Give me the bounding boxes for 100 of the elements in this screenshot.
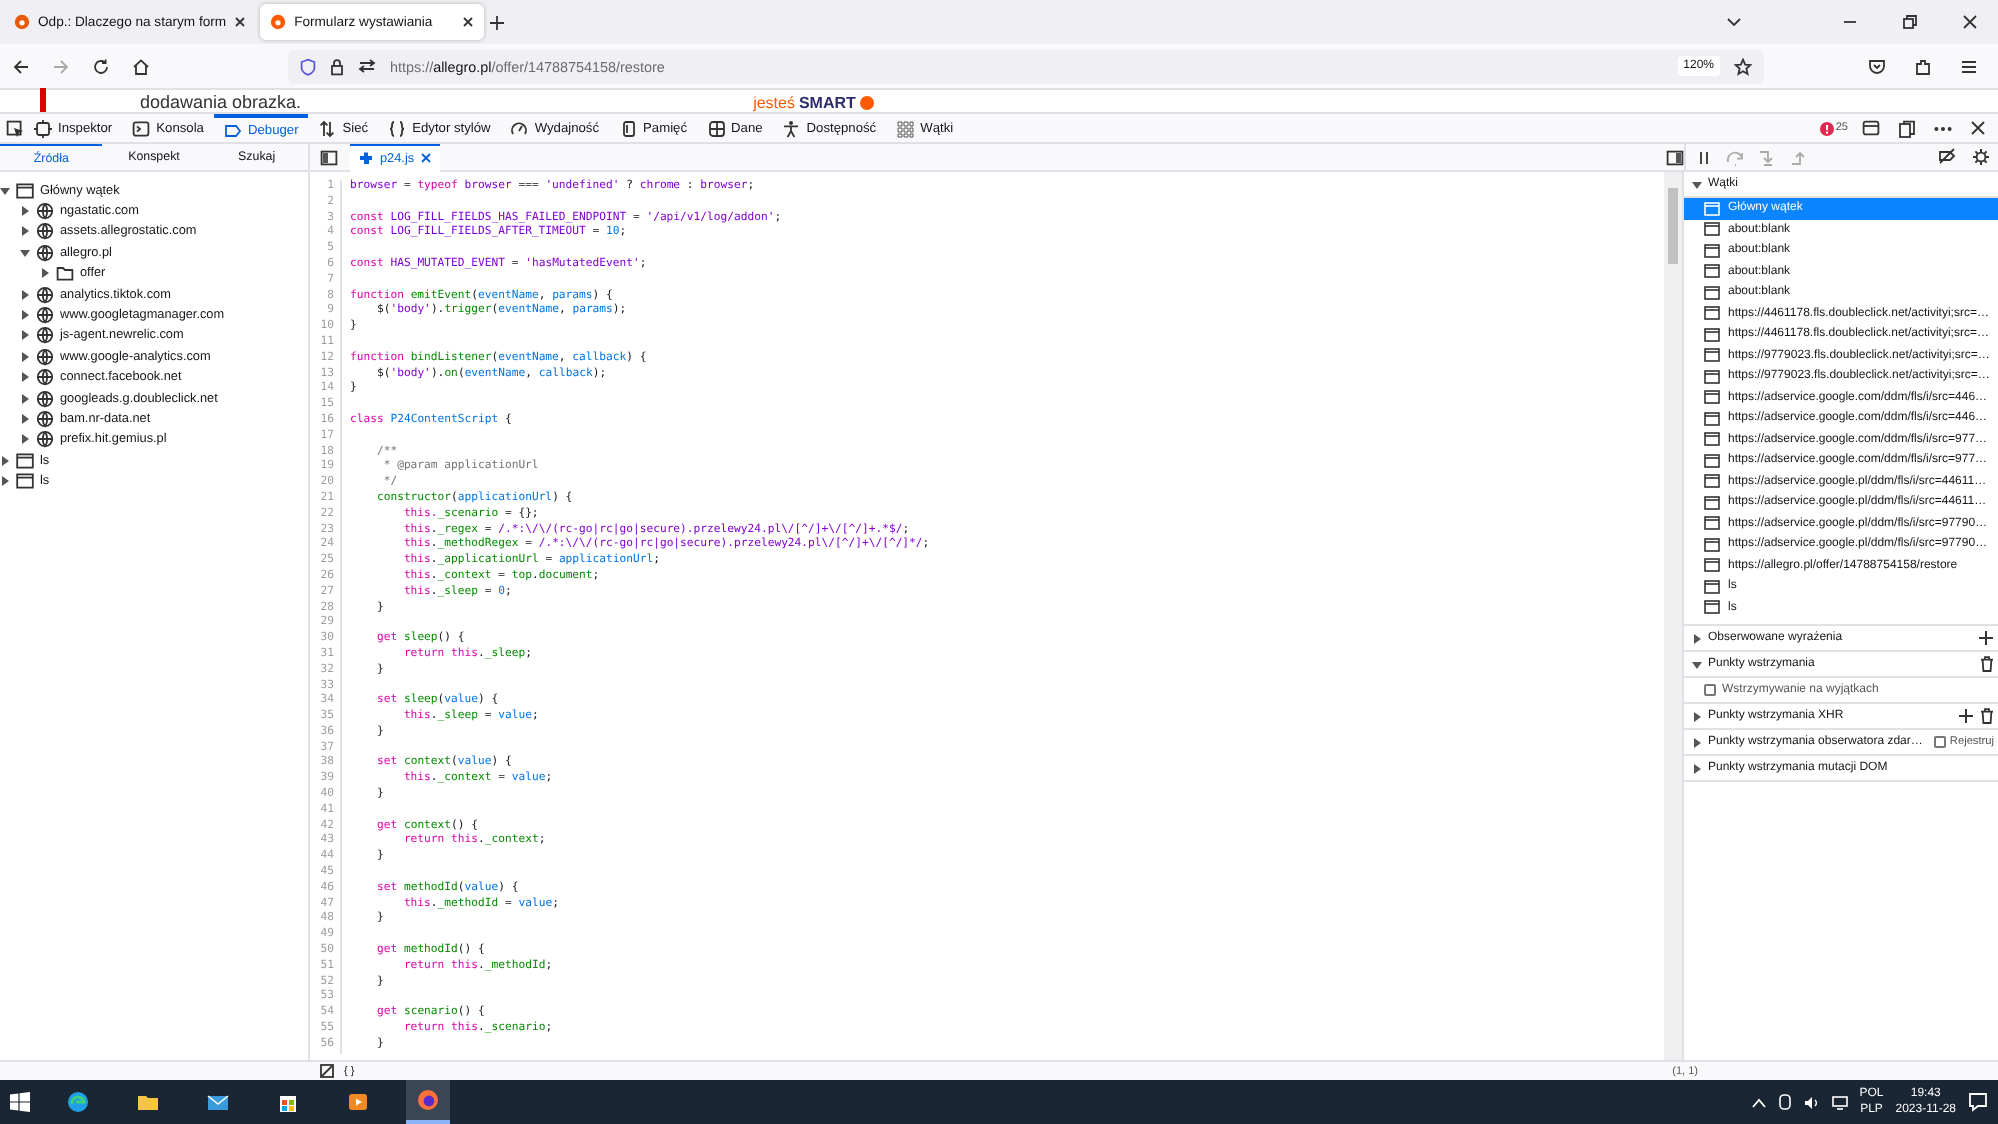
lock-icon (330, 57, 344, 75)
dock-icon[interactable] (1898, 119, 1916, 137)
network-icon (318, 119, 337, 137)
collapsed-arrow-icon[interactable] (20, 330, 30, 341)
restore-icon[interactable] (1902, 14, 1918, 30)
add-icon[interactable] (1978, 630, 1994, 646)
window-icon (1704, 495, 1720, 510)
reload-icon[interactable] (92, 57, 110, 75)
collapsed-arrow-icon[interactable] (1692, 711, 1702, 721)
sidebar-toggle-icon[interactable] (320, 149, 338, 165)
globe-icon (36, 409, 54, 428)
collapsed-arrow-icon[interactable] (20, 393, 30, 404)
collapsed-arrow-icon[interactable] (40, 268, 50, 279)
shield-icon (300, 57, 316, 75)
home-icon[interactable] (132, 57, 150, 75)
collapsed-arrow-icon[interactable] (0, 455, 10, 466)
checkbox[interactable] (1704, 684, 1716, 696)
notifications-icon[interactable] (1968, 1092, 1988, 1112)
add-icon[interactable] (1958, 708, 1974, 724)
pocket-icon[interactable] (1868, 57, 1886, 75)
globe-icon (36, 430, 54, 449)
globe-icon (36, 368, 54, 387)
close-icon[interactable] (420, 152, 433, 164)
close-icon[interactable] (1962, 14, 1978, 30)
expanded-arrow-icon[interactable] (20, 247, 30, 258)
extensions-icon[interactable] (1914, 57, 1932, 75)
window-icon (1704, 411, 1720, 426)
collapsed-arrow-icon[interactable] (20, 434, 30, 445)
settings-icon[interactable] (1972, 148, 1990, 166)
globe-icon (36, 389, 54, 408)
window-icon (1704, 306, 1720, 321)
braces-icon (388, 119, 407, 137)
folder-icon (56, 264, 74, 283)
window-icon (1704, 327, 1720, 342)
windows-start-icon[interactable] (10, 1092, 30, 1112)
storage-icon (707, 119, 726, 137)
globe-icon (36, 222, 54, 241)
checkbox[interactable] (1933, 736, 1946, 748)
store-icon[interactable] (276, 1090, 300, 1114)
star-icon[interactable] (1734, 57, 1752, 75)
collapsed-arrow-icon[interactable] (20, 206, 30, 217)
collapsed-arrow-icon[interactable] (20, 226, 30, 237)
mail-icon[interactable] (206, 1090, 230, 1114)
window-icon (1704, 600, 1720, 615)
pause-icon[interactable] (1696, 149, 1712, 165)
layout-icon[interactable] (1862, 120, 1880, 136)
window-icon (1704, 432, 1720, 447)
folder-icon[interactable] (136, 1090, 160, 1114)
collapsed-arrow-icon[interactable] (20, 310, 30, 321)
grid-icon (896, 119, 915, 137)
window-icon (1704, 264, 1720, 279)
close-icon[interactable] (1970, 120, 1986, 136)
more-icon[interactable] (1934, 125, 1952, 131)
sidebar-toggle-icon[interactable] (1666, 149, 1684, 165)
collapsed-arrow-icon[interactable] (20, 289, 30, 300)
memory-icon (619, 119, 638, 137)
collapsed-arrow-icon[interactable] (20, 351, 30, 362)
browser-icon[interactable] (66, 1090, 90, 1114)
format-icon[interactable] (320, 1064, 334, 1078)
trash-icon[interactable] (1980, 708, 1994, 724)
close-icon[interactable] (462, 16, 475, 28)
collapsed-arrow-icon[interactable] (1692, 633, 1702, 643)
error-icon (1819, 121, 1834, 135)
media-player-icon[interactable] (346, 1090, 370, 1114)
monitor-icon[interactable] (1831, 1095, 1848, 1109)
close-icon[interactable] (234, 16, 247, 28)
collapsed-arrow-icon[interactable] (1692, 763, 1702, 773)
new-tab-icon[interactable] (488, 13, 507, 31)
collapsed-arrow-icon[interactable] (1692, 737, 1702, 747)
accessibility-icon (782, 119, 801, 137)
window-icon (1704, 558, 1720, 573)
collapsed-arrow-icon[interactable] (0, 476, 10, 487)
window-icon (1704, 579, 1720, 594)
globe-icon (36, 243, 54, 262)
element-picker-icon[interactable] (6, 119, 24, 137)
globe-icon (36, 326, 54, 345)
gauge-icon (510, 119, 529, 137)
camera-icon[interactable] (1777, 1094, 1792, 1110)
site-icon (270, 14, 287, 30)
firefox-icon[interactable] (416, 1088, 440, 1112)
deactivate-breakpoints-icon[interactable] (1938, 148, 1956, 164)
collapsed-arrow-icon[interactable] (20, 413, 30, 424)
window-icon (1704, 348, 1720, 363)
expanded-arrow-icon[interactable] (1692, 179, 1702, 189)
speaker-icon[interactable] (1803, 1095, 1820, 1109)
expanded-arrow-icon[interactable] (1692, 659, 1702, 669)
chevron-up-icon[interactable] (1751, 1097, 1766, 1107)
menu-icon[interactable] (1960, 57, 1978, 75)
trash-icon[interactable] (1980, 656, 1994, 672)
permissions-icon (358, 58, 376, 74)
collapsed-arrow-icon[interactable] (20, 372, 30, 383)
brand-text: SMART (798, 94, 856, 112)
chevron-down-icon[interactable] (1726, 16, 1742, 28)
expanded-arrow-icon[interactable] (0, 185, 10, 196)
window-icon (16, 181, 34, 200)
site-icon (14, 14, 30, 30)
scrollbar[interactable] (1664, 172, 1682, 1060)
back-icon[interactable] (12, 57, 30, 75)
window-icon (16, 451, 34, 470)
window-icon (1704, 369, 1720, 384)
